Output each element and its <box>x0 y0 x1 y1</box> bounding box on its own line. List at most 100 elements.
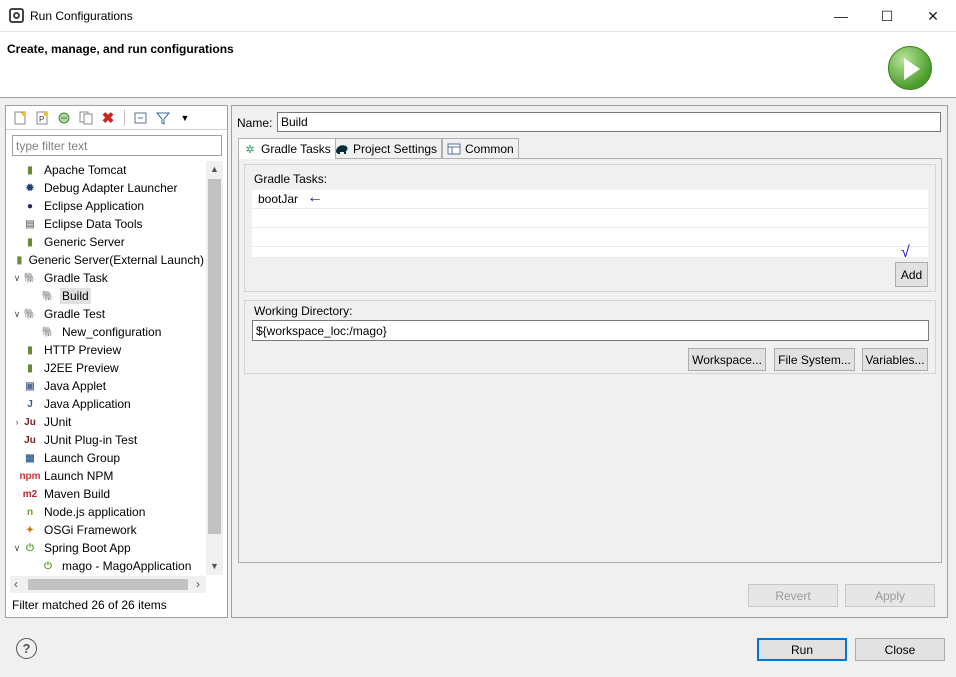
expand-toggle-icon[interactable]: ∨ <box>12 273 22 284</box>
tab-label: Project Settings <box>353 141 438 156</box>
file-system-button[interactable]: File System... <box>774 348 855 371</box>
revert-button[interactable]: Revert <box>748 584 838 607</box>
help-icon[interactable]: ? <box>16 638 37 659</box>
tree-item[interactable]: ▮ J2EE Preview <box>6 359 206 377</box>
server-icon: ▮ <box>16 254 23 266</box>
tab-gradle-tasks[interactable]: ✲ Gradle Tasks <box>238 138 336 159</box>
expand-toggle-icon[interactable]: › <box>12 417 22 427</box>
tab-label: Common <box>465 141 514 156</box>
new-prototype-icon[interactable]: P <box>34 110 50 126</box>
junit-icon: Ju <box>24 416 36 428</box>
tab-project-settings[interactable]: Project Settings <box>330 138 443 158</box>
close-window-button[interactable]: ✕ <box>910 0 956 32</box>
tree-item[interactable]: ∨ 🐘 Gradle Task <box>6 269 206 287</box>
tree-item[interactable]: m2 Maven Build <box>6 485 206 503</box>
tree-item[interactable]: ✹ Debug Adapter Launcher <box>6 179 206 197</box>
tree-item[interactable]: 🐘 New_configuration <box>6 323 206 341</box>
java-app-icon: J <box>27 398 33 410</box>
tree-item[interactable]: n Node.js application <box>6 503 206 521</box>
run-banner-icon <box>888 46 932 90</box>
tree-item[interactable]: 🐘 Build <box>6 287 206 305</box>
tree-item-label: Debug Adapter Launcher <box>44 181 178 195</box>
database-icon: ▤ <box>25 218 35 230</box>
tab-common[interactable]: Common <box>442 138 519 158</box>
variables-button[interactable]: Variables... <box>862 348 928 371</box>
config-toolbar: P ✖ ▼ <box>6 106 227 130</box>
collapse-all-icon[interactable] <box>133 110 149 126</box>
close-button[interactable]: Close <box>855 638 945 661</box>
tree-item-label: JUnit Plug-in Test <box>44 433 138 447</box>
expand-toggle-icon[interactable]: ∨ <box>12 309 22 320</box>
scroll-up-icon[interactable]: ▲ <box>210 164 219 174</box>
maven-icon: m2 <box>22 488 38 500</box>
tree-item[interactable]: ▮ HTTP Preview <box>6 341 206 359</box>
export-config-icon[interactable] <box>56 110 72 126</box>
svg-text:P: P <box>39 115 44 124</box>
scroll-down-icon[interactable]: ▼ <box>210 561 219 571</box>
name-field[interactable] <box>277 112 941 132</box>
tree-item[interactable]: ✦ OSGi Framework <box>6 521 206 539</box>
tree-item-label: Java Applet <box>44 379 107 393</box>
filter-icon[interactable] <box>155 110 171 126</box>
delete-config-icon[interactable]: ✖ <box>100 110 116 127</box>
tree-item[interactable]: › Ju JUnit <box>6 413 206 431</box>
configuration-list-panel: P ✖ ▼ ▮ Apache Tomcat ✹ Debug Adapter Launc… <box>5 105 228 618</box>
workspace-button[interactable]: Workspace... <box>688 348 766 371</box>
tree-vertical-scrollbar[interactable]: ▲ ▼ <box>206 161 223 575</box>
list-item[interactable]: bootJar <box>252 190 928 209</box>
scroll-left-icon[interactable]: ‹ <box>14 577 18 591</box>
tree-item[interactable]: ▮ Generic Server <box>6 233 206 251</box>
tree-item-label: J2EE Preview <box>44 361 119 375</box>
tree-horizontal-scrollbar[interactable]: ‹ › <box>10 576 206 593</box>
tree-item[interactable]: ▣ Java Applet <box>6 377 206 395</box>
view-menu-chevron-down-icon[interactable]: ▼ <box>177 110 193 126</box>
list-item[interactable] <box>252 228 928 247</box>
task-list[interactable]: bootJar <box>252 190 928 258</box>
gear-icon: ✲ <box>245 143 255 156</box>
add-task-button[interactable]: Add <box>895 262 928 287</box>
configuration-tree: ▮ Apache Tomcat ✹ Debug Adapter Launcher ● Ec… <box>6 161 206 575</box>
scroll-right-icon[interactable]: › <box>196 577 200 591</box>
new-config-icon[interactable] <box>12 110 28 126</box>
applet-icon: ▣ <box>25 380 35 392</box>
tree-item[interactable]: ▮ Generic Server(External Launch) <box>6 251 206 269</box>
window-title: Run Configurations <box>30 9 133 23</box>
horizontal-scroll-thumb[interactable] <box>28 579 188 590</box>
tree-item[interactable]: ▤ Eclipse Data Tools <box>6 215 206 233</box>
server-icon: ▮ <box>27 362 33 374</box>
run-button[interactable]: Run <box>757 638 847 661</box>
tree-item-label: OSGi Framework <box>44 523 137 537</box>
tree-item-label: Eclipse Application <box>44 199 145 213</box>
tree-item-label: Build <box>60 288 91 304</box>
osgi-icon: ✦ <box>25 524 35 536</box>
tab-label: Gradle Tasks <box>261 142 331 156</box>
maximize-button[interactable]: ☐ <box>864 0 910 32</box>
tree-item[interactable]: ▮ Apache Tomcat <box>6 161 206 179</box>
minimize-button[interactable]: — <box>818 0 864 32</box>
tree-item[interactable]: J Java Application <box>6 395 206 413</box>
working-directory-group: Working Directory: Workspace... File Sys… <box>244 300 936 374</box>
tree-item-label: New_configuration <box>62 325 162 339</box>
tree-item[interactable]: ⏻ mago - MagoApplication <box>6 557 206 575</box>
working-directory-field[interactable] <box>252 320 929 341</box>
duplicate-config-icon[interactable] <box>78 110 94 126</box>
tree-item[interactable]: ▦ Launch Group <box>6 449 206 467</box>
vertical-scroll-thumb[interactable] <box>208 179 221 534</box>
gradle-elephant-icon <box>335 142 349 156</box>
tree-item-label: Eclipse Data Tools <box>44 217 143 231</box>
gradle-tasks-group: Gradle Tasks: bootJar ← √ Add <box>244 164 936 292</box>
gradle-elephant-icon: 🐘 <box>23 308 37 320</box>
handwritten-arrow-icon: ← <box>307 189 323 206</box>
tree-item[interactable]: npm Launch NPM <box>6 467 206 485</box>
expand-toggle-icon[interactable]: ∨ <box>12 543 22 554</box>
filter-input[interactable] <box>12 135 222 156</box>
tree-item[interactable]: ● Eclipse Application <box>6 197 206 215</box>
tree-item[interactable]: Ju JUnit Plug-in Test <box>6 431 206 449</box>
tree-item[interactable]: ∨ 🐘 Gradle Test <box>6 305 206 323</box>
apply-button[interactable]: Apply <box>845 584 935 607</box>
tree-item[interactable]: ∨ ⏻ Spring Boot App <box>6 539 206 557</box>
list-item[interactable] <box>252 209 928 228</box>
list-item[interactable] <box>252 247 928 258</box>
eclipse-icon: ● <box>26 200 34 212</box>
spring-boot-icon: ⏻ <box>44 560 52 572</box>
